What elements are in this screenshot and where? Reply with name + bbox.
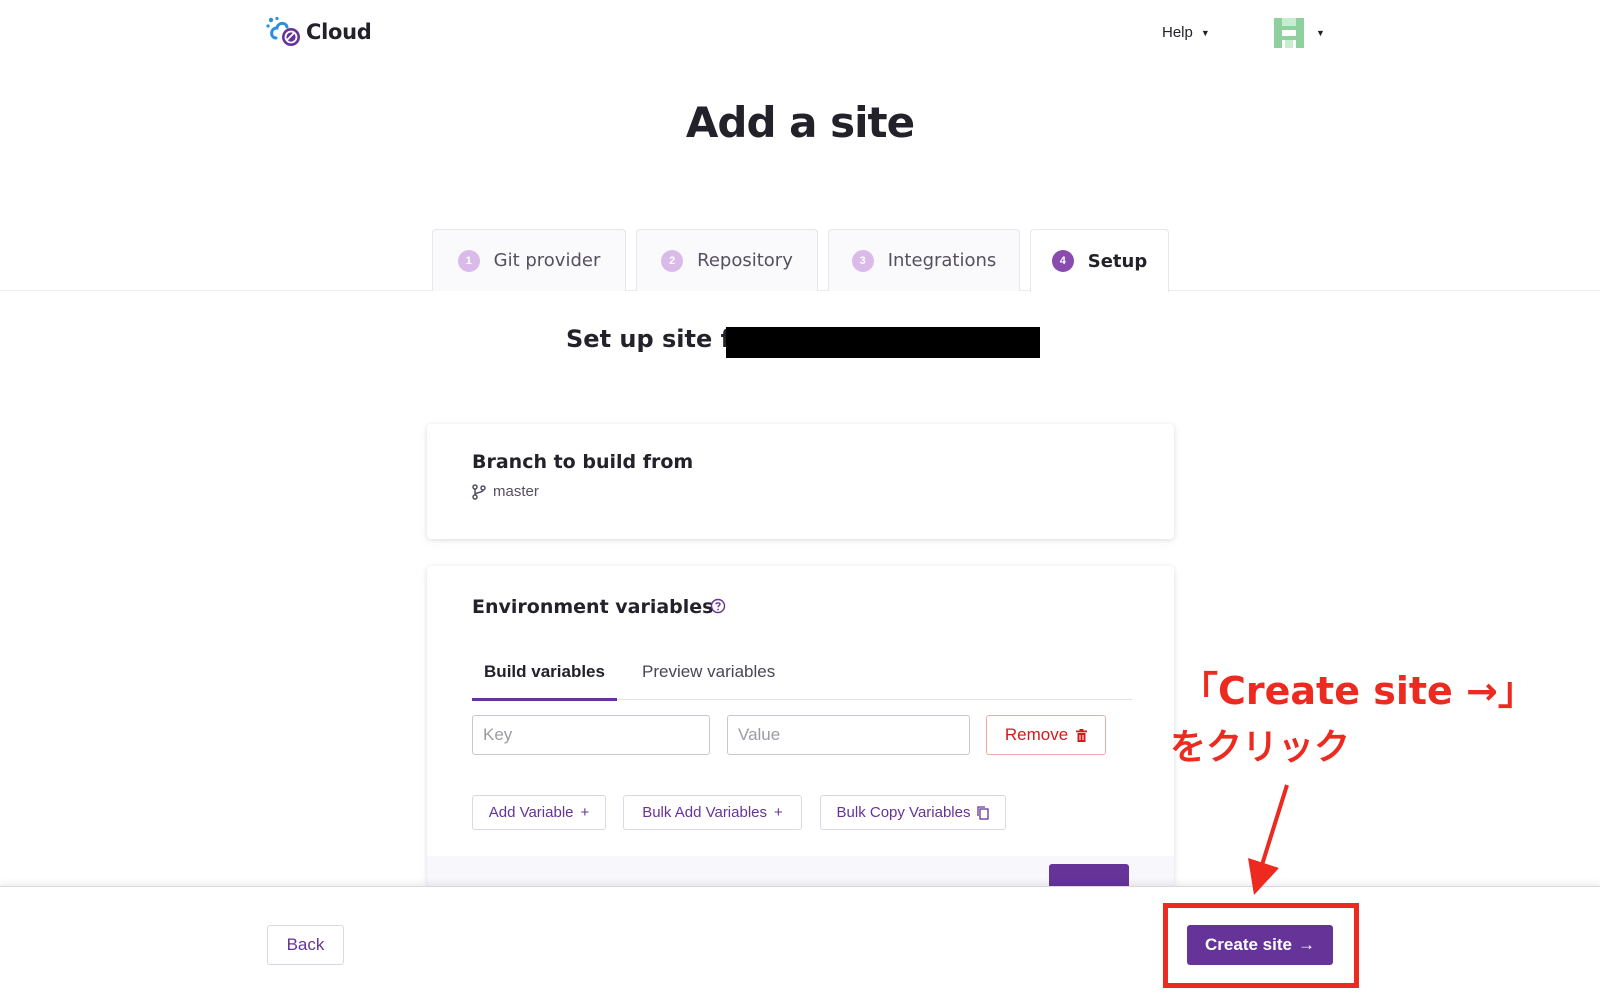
- value-input[interactable]: [727, 715, 970, 755]
- user-avatar-icon: [1272, 16, 1306, 50]
- branch-name: master: [493, 483, 539, 500]
- step-label: Git provider: [493, 250, 601, 271]
- step-setup[interactable]: 4 Setup: [1030, 229, 1169, 292]
- bulk-add-label: Bulk Add Variables: [642, 804, 768, 821]
- step-integrations[interactable]: 3 Integrations: [828, 229, 1020, 291]
- page-title: Add a site: [685, 98, 915, 147]
- step-label: Setup: [1087, 250, 1148, 272]
- branch-selector: master: [472, 483, 539, 500]
- branch-card: Branch to build from master: [427, 424, 1174, 539]
- add-variable-button[interactable]: Add Variable +: [472, 795, 606, 830]
- remove-button[interactable]: Remove: [986, 715, 1106, 755]
- copy-icon: [977, 805, 990, 820]
- user-menu[interactable]: ▼: [1272, 16, 1325, 50]
- chevron-down-icon: ▼: [1316, 28, 1325, 38]
- step-number: 3: [851, 249, 874, 272]
- tab-build-variables[interactable]: Build variables: [472, 662, 617, 701]
- key-input[interactable]: [472, 715, 710, 755]
- cloud-logo[interactable]: Cloud: [266, 16, 372, 48]
- annotation-line-2: をクリック: [1170, 727, 1351, 768]
- question-circle-icon[interactable]: [710, 598, 726, 614]
- env-tabs: Build variables Preview variables: [472, 662, 1132, 701]
- plus-icon: +: [774, 804, 783, 821]
- environment-variables-card: Environment variables Build variables Pr…: [427, 566, 1174, 886]
- bulk-copy-label: Bulk Copy Variables: [836, 804, 971, 821]
- chevron-down-icon: ▼: [1200, 27, 1210, 38]
- git-branch-icon: [472, 483, 486, 500]
- env-card-title: Environment variables: [472, 596, 714, 618]
- annotation-line-1: 「Create site →」: [1180, 669, 1536, 713]
- add-variable-label: Add Variable: [488, 804, 574, 821]
- bulk-add-variables-button[interactable]: Bulk Add Variables +: [623, 795, 802, 830]
- help-menu[interactable]: Help ▼: [1162, 24, 1210, 41]
- step-git-provider[interactable]: 1 Git provider: [432, 229, 626, 291]
- step-number: 1: [457, 249, 480, 272]
- redacted-repository-name: [726, 327, 1040, 358]
- step-number: 2: [661, 249, 684, 272]
- save-button-partial[interactable]: [1049, 864, 1129, 886]
- back-button[interactable]: Back: [267, 925, 344, 965]
- step-label: Repository: [697, 250, 793, 271]
- step-number: 4: [1051, 250, 1074, 272]
- cloud-logo-icon: [266, 16, 300, 46]
- tab-preview-variables[interactable]: Preview variables: [642, 662, 775, 700]
- plus-icon: +: [580, 804, 590, 821]
- annotation-highlight-box: [1163, 903, 1359, 988]
- logo-text: Cloud: [306, 20, 372, 44]
- trash-icon: [1076, 728, 1088, 742]
- branch-card-title: Branch to build from: [472, 451, 694, 473]
- bulk-copy-variables-button[interactable]: Bulk Copy Variables: [820, 795, 1006, 830]
- step-tabs: 1 Git provider 2 Repository 3 Integratio…: [0, 229, 1600, 292]
- help-label: Help: [1162, 24, 1193, 41]
- step-label: Integrations: [887, 250, 997, 271]
- step-repository[interactable]: 2 Repository: [636, 229, 818, 291]
- footer-bar: Back Create site →: [0, 886, 1600, 1000]
- remove-label: Remove: [1004, 725, 1069, 744]
